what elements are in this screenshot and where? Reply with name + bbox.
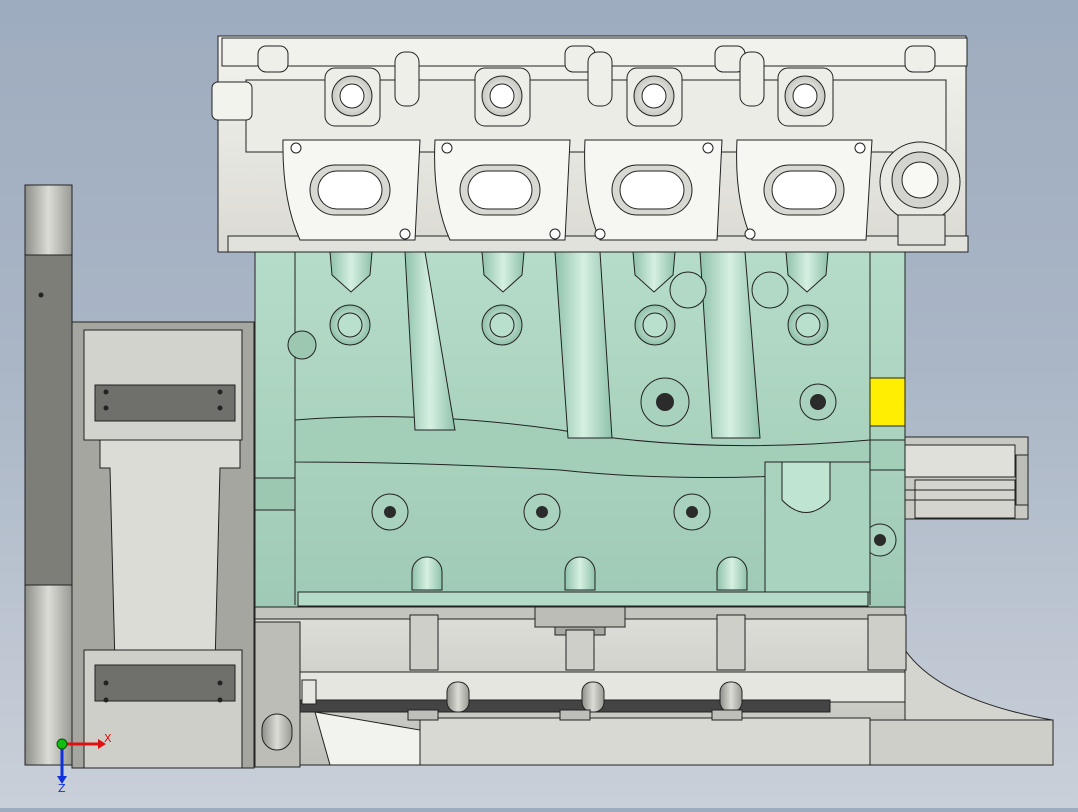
engine-block[interactable] (254, 251, 906, 608)
y-axis-dot (56, 738, 68, 750)
x-axis-label: X (104, 732, 112, 745)
crankshaft-flange[interactable] (902, 436, 1029, 520)
z-axis-label: Z (58, 782, 66, 795)
cad-viewport[interactable]: X Z (0, 0, 1078, 808)
engine-model-canvas[interactable]: X Z (0, 0, 1078, 808)
oil-pan[interactable] (254, 604, 1054, 766)
selected-face[interactable] (869, 377, 906, 427)
